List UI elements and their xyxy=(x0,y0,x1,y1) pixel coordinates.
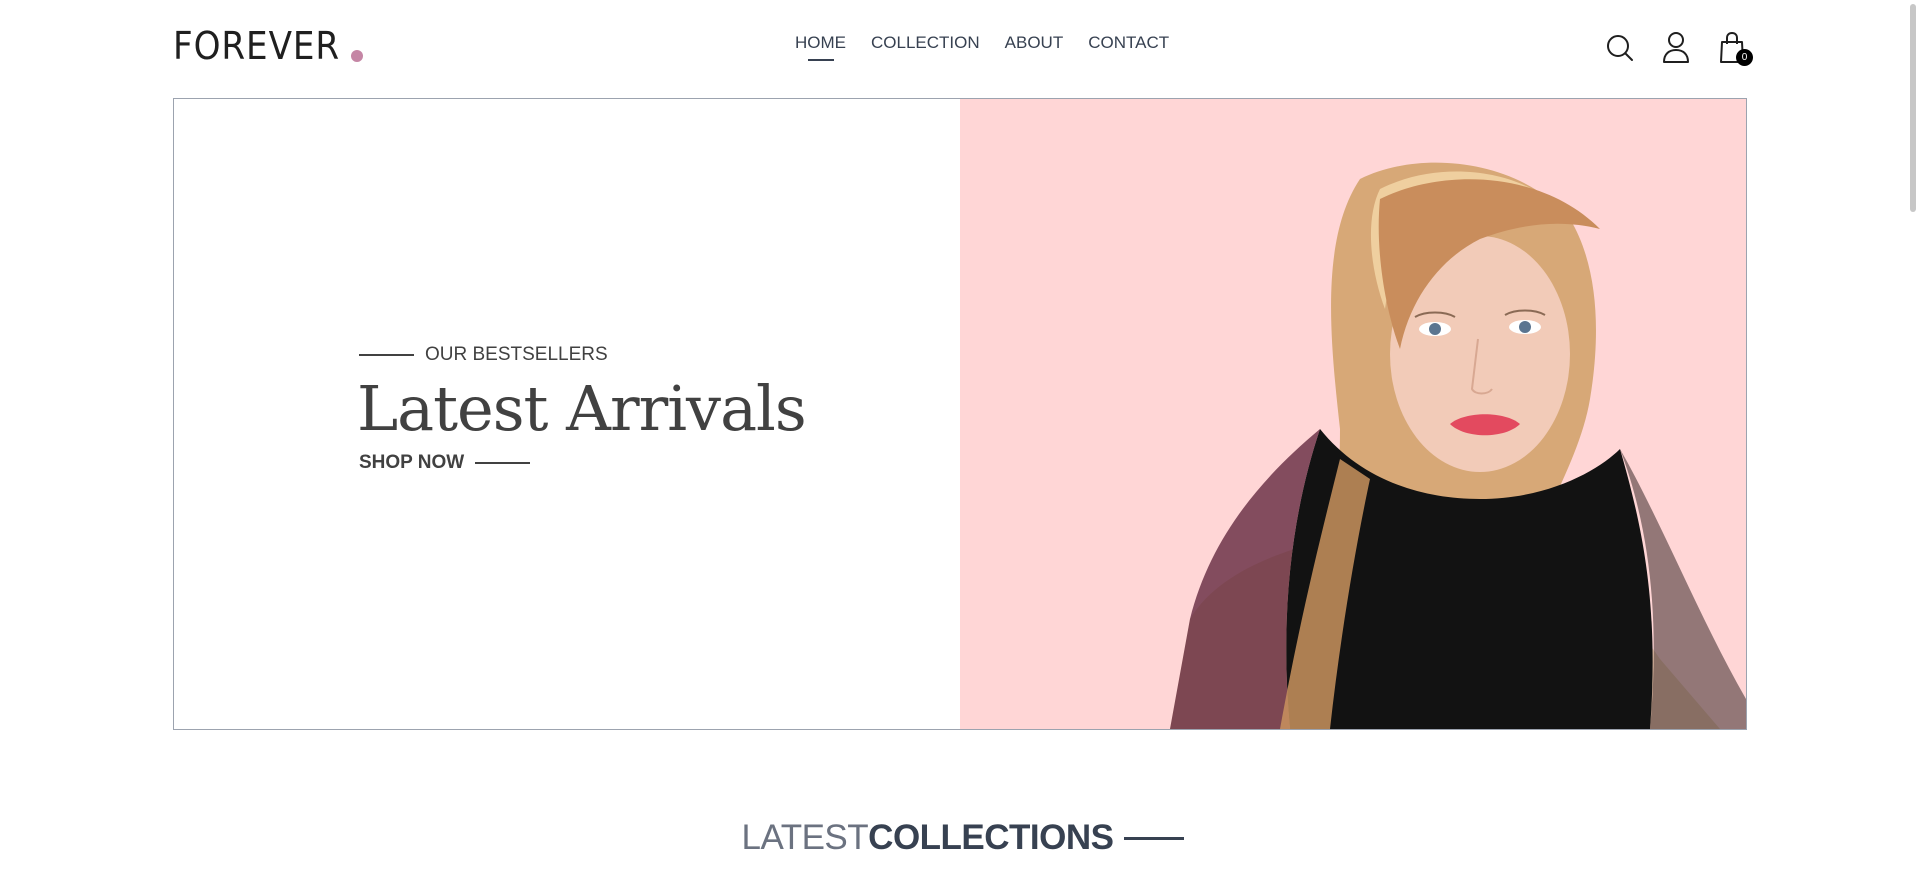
search-button[interactable] xyxy=(1605,30,1635,64)
page-scrollbar[interactable] xyxy=(1905,0,1919,873)
nav-home[interactable]: HOME xyxy=(795,33,846,61)
hero-title: Latest Arrivals xyxy=(357,372,807,445)
heading-bold-text: COLLECTIONS xyxy=(868,818,1114,857)
logo-dot xyxy=(350,50,363,62)
site-header: FOREVER HOME COLLECTION ABOUT CONTACT 0 xyxy=(173,0,1753,98)
nav-active-underline xyxy=(807,59,834,61)
hero-image-panel xyxy=(960,99,1746,729)
logo[interactable]: FOREVER xyxy=(173,22,363,66)
model-portrait-image xyxy=(960,99,1746,729)
hero-banner: OUR BESTSELLERS Latest Arrivals SHOP NOW xyxy=(173,98,1747,730)
user-icon xyxy=(1663,32,1689,63)
hero-content: OUR BESTSELLERS Latest Arrivals SHOP NOW xyxy=(357,344,807,474)
shop-now-link[interactable]: SHOP NOW xyxy=(359,452,806,474)
heading-light-text: LATEST xyxy=(741,818,869,857)
logo-text: FOREVER xyxy=(173,24,341,68)
scrollbar-thumb[interactable] xyxy=(1910,4,1916,212)
nav-about-label: ABOUT xyxy=(1004,33,1064,52)
heading-line xyxy=(1123,836,1184,840)
nav-about[interactable]: ABOUT xyxy=(1005,33,1064,61)
nav-home-label: HOME xyxy=(795,33,846,52)
main-nav: HOME COLLECTION ABOUT CONTACT xyxy=(795,33,1169,61)
cart-button[interactable]: 0 xyxy=(1717,30,1753,66)
profile-button[interactable] xyxy=(1661,30,1691,64)
hero-tagline: OUR BESTSELLERS xyxy=(359,344,806,366)
header-actions: 0 xyxy=(1605,30,1753,66)
page: FOREVER HOME COLLECTION ABOUT CONTACT 0 … xyxy=(0,0,1919,873)
latest-collections-heading: LATEST COLLECTIONS xyxy=(0,818,1919,858)
nav-collection[interactable]: COLLECTION xyxy=(871,33,980,61)
shop-now-line xyxy=(475,462,531,464)
cart-count-badge: 0 xyxy=(1736,49,1753,66)
nav-contact[interactable]: CONTACT xyxy=(1088,33,1169,61)
nav-contact-label: CONTACT xyxy=(1088,33,1170,52)
shop-now-label: SHOP NOW xyxy=(359,452,465,473)
nav-collection-label: COLLECTION xyxy=(871,33,980,52)
tagline-line xyxy=(359,354,414,356)
search-icon xyxy=(1607,35,1633,61)
tagline-text: OUR BESTSELLERS xyxy=(425,344,608,365)
hero-text-panel: OUR BESTSELLERS Latest Arrivals SHOP NOW xyxy=(174,99,960,729)
